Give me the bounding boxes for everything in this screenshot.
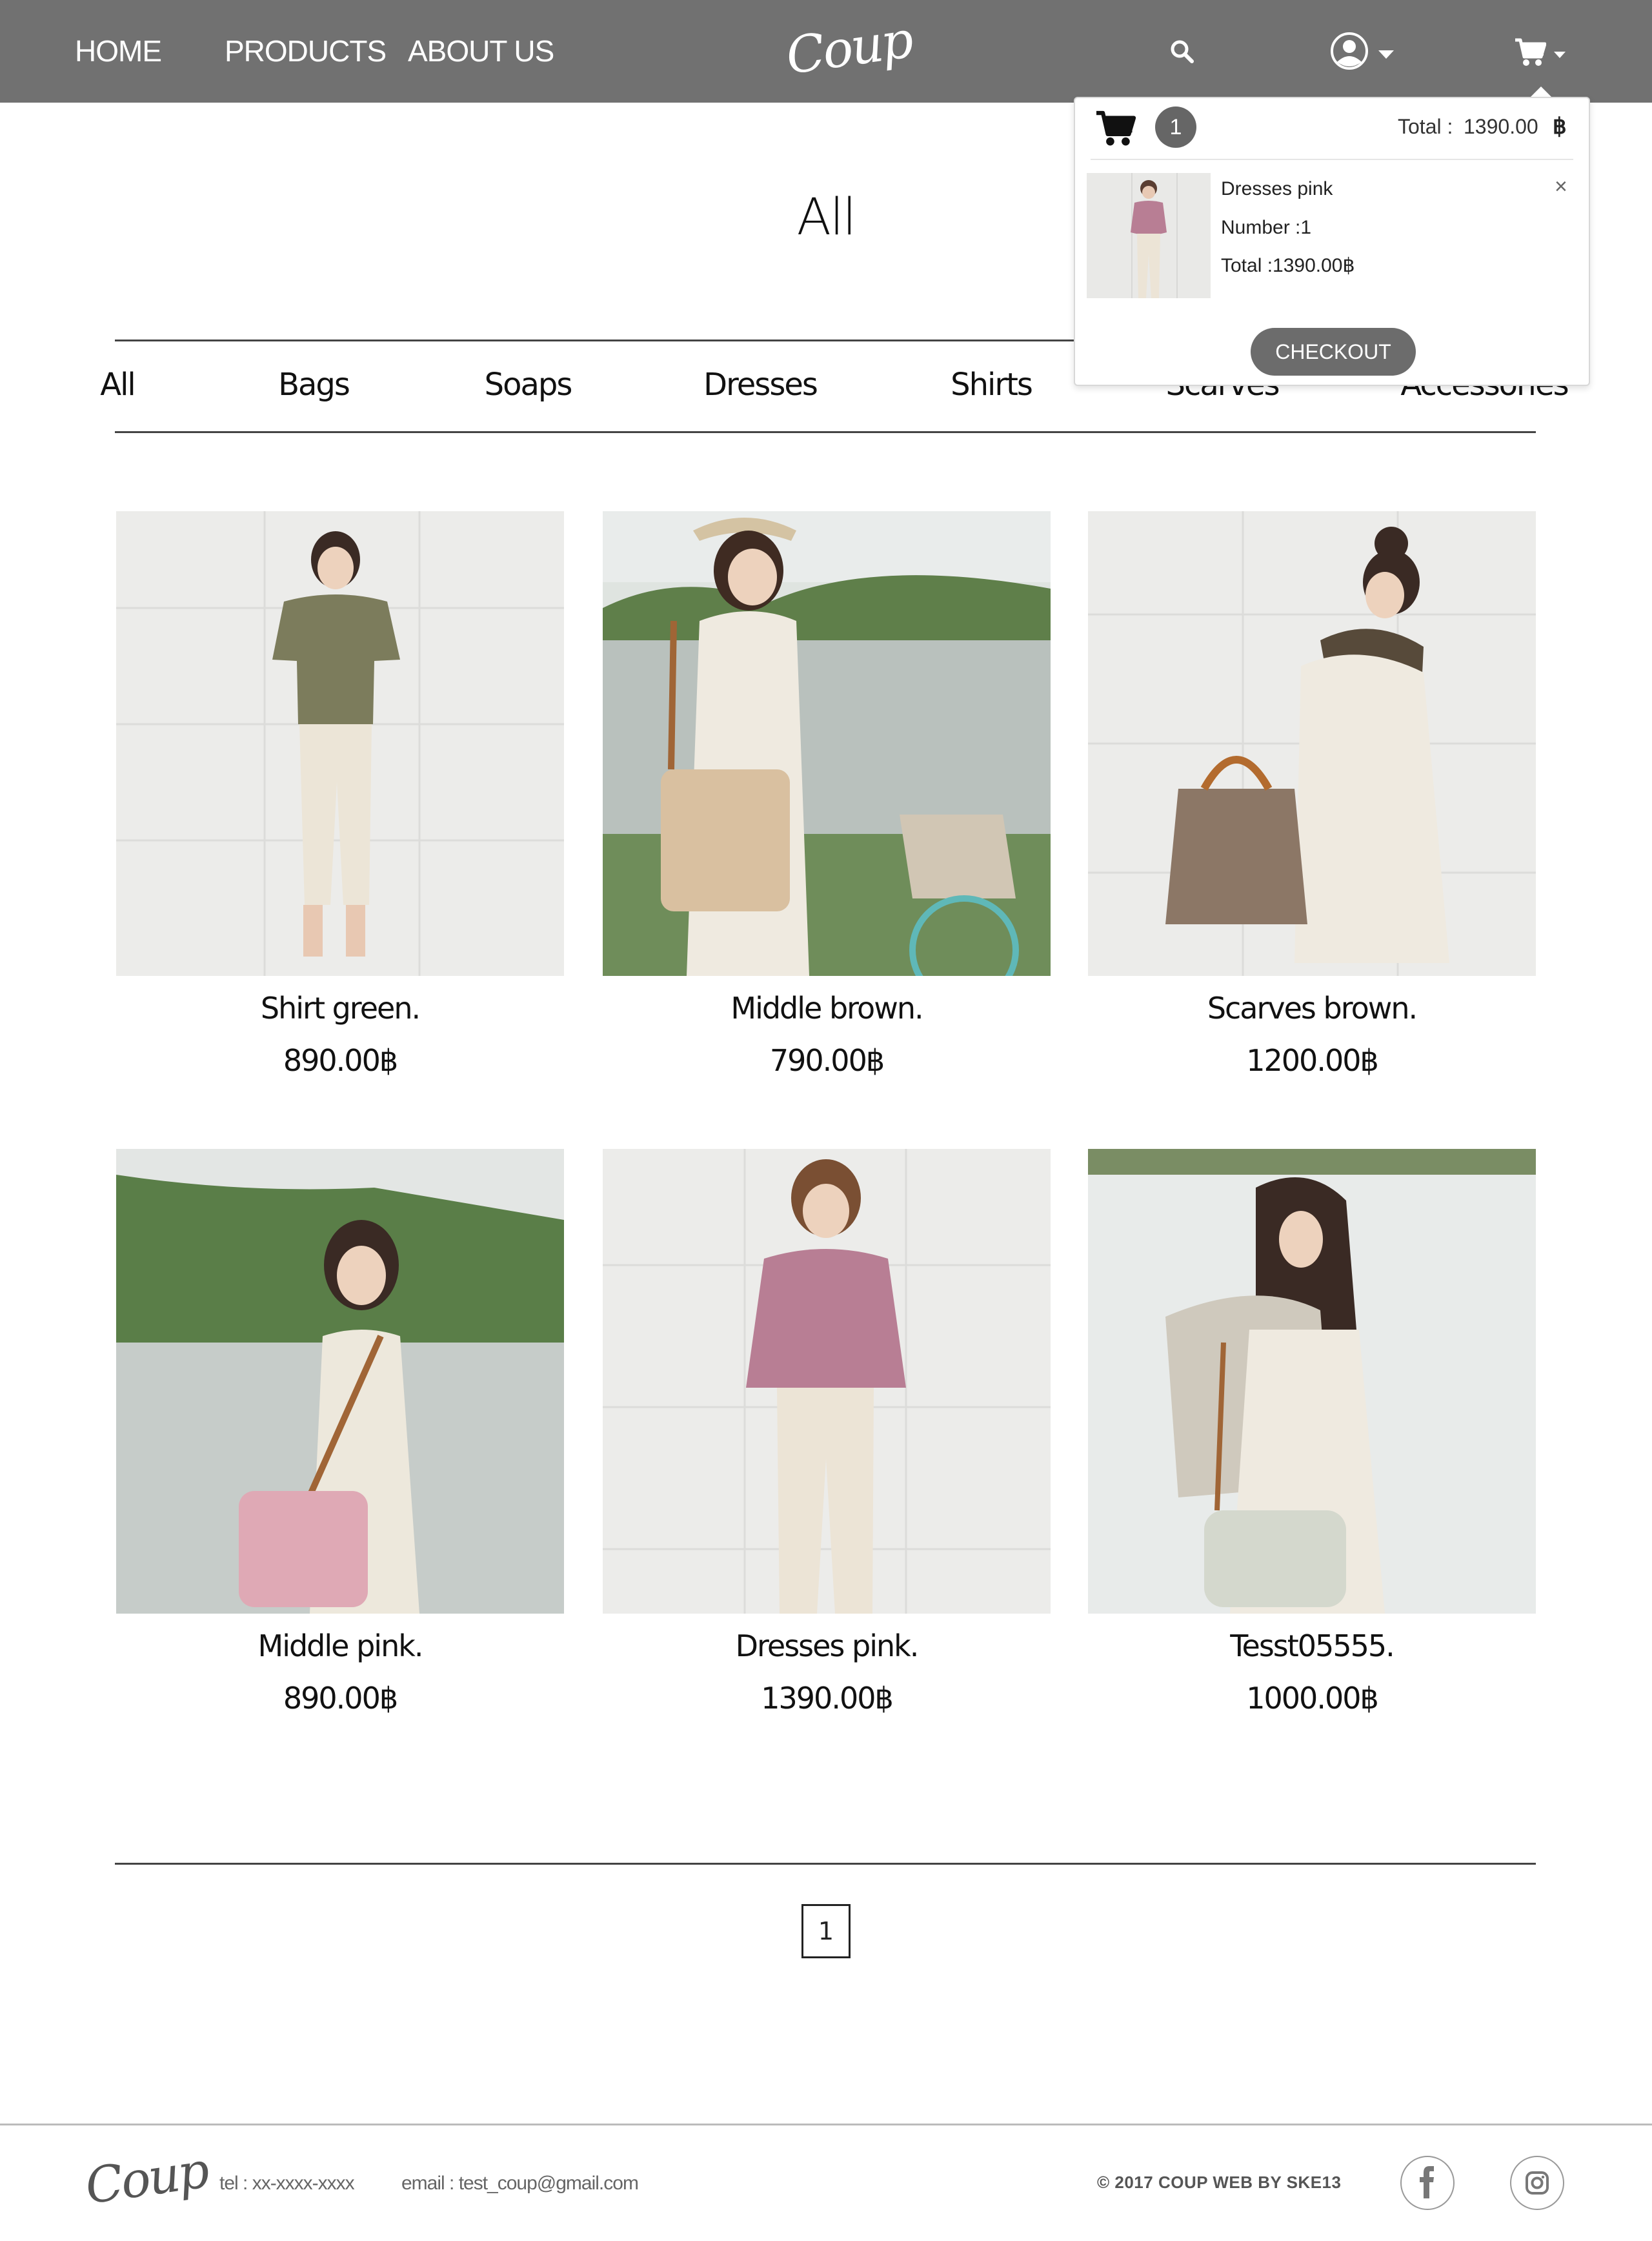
category-bags[interactable]: Bags [278,367,350,403]
product-image[interactable] [1088,1149,1536,1614]
product-price: 890.00฿ [283,1681,398,1716]
cart-count-badge: 1 [1155,106,1196,148]
cart-item-number: Number :1 [1221,217,1312,238]
product-image[interactable] [116,1149,564,1614]
divider [115,340,1074,341]
cart-currency: ฿ [1553,114,1567,139]
instagram-icon [1526,2171,1549,2195]
product-image[interactable] [1088,511,1536,976]
cart-total-value: 1390.00 [1464,115,1538,138]
cart-total-label: Total : [1398,115,1453,138]
product-price: 1390.00฿ [761,1681,894,1716]
cart-item-name: Dresses pink [1221,178,1333,199]
product-name[interactable]: Scarves brown. [1088,991,1536,1026]
product-name[interactable]: Dresses pink. [603,1628,1051,1663]
category-dresses[interactable]: Dresses [703,367,818,403]
product-image[interactable] [116,511,564,976]
pagination-page-button[interactable]: 1 [801,1904,851,1958]
product-name[interactable]: Middle pink. [116,1628,564,1663]
nav-about-link[interactable]: ABOUT US [408,34,554,68]
nav-products-link[interactable]: PRODUCTS [225,34,387,68]
cart-dropdown: 1 Total : 1390.00 ฿ Dresses pink Number … [1074,97,1590,386]
cart-header: 1 Total : 1390.00 ฿ [1075,98,1589,159]
footer-copyright: © 2017 COUP WEB BY SKE13 [1097,2173,1342,2192]
facebook-icon [1420,2166,1434,2198]
category-soaps[interactable]: Soaps [485,367,573,403]
cart-item-image [1087,173,1211,298]
navbar: HOME PRODUCTS ABOUT US Coup [0,0,1652,103]
category-shirts[interactable]: Shirts [951,367,1033,403]
product-image[interactable] [603,511,1051,976]
nav-home-link[interactable]: HOME [75,34,162,68]
footer-logo[interactable]: Coup [82,2141,211,2215]
cart-icon [1515,38,1547,66]
user-icon [1331,32,1368,70]
cart-item-total: Total :1390.00฿ [1221,255,1355,276]
user-menu-toggle[interactable] [1329,31,1394,74]
divider [115,431,1536,433]
chevron-down-icon [1554,52,1566,58]
footer-email: email : test_coup@gmail.com [401,2173,639,2194]
product-price: 1000.00฿ [1246,1681,1379,1716]
product-image[interactable] [603,1149,1051,1614]
instagram-link[interactable] [1510,2156,1564,2210]
product-name[interactable]: Shirt green. [116,991,564,1026]
footer-divider [0,2124,1652,2125]
product-price: 790.00฿ [769,1043,885,1078]
divider [115,1863,1536,1865]
remove-item-button[interactable]: × [1555,174,1567,199]
product-name[interactable]: Middle brown. [603,991,1051,1026]
checkout-button[interactable]: CHECKOUT [1251,328,1416,376]
footer-tel: tel : xx-xxxx-xxxx [219,2173,355,2194]
product-name[interactable]: Tesst05555. [1088,1628,1536,1663]
category-all[interactable]: All [100,367,136,403]
facebook-link[interactable] [1400,2156,1455,2210]
divider [1091,159,1573,160]
product-price: 890.00฿ [283,1043,398,1078]
chevron-down-icon [1378,50,1394,59]
search-icon[interactable] [1169,39,1195,68]
cart-menu-toggle[interactable] [1514,37,1566,70]
product-price: 1200.00฿ [1246,1043,1379,1078]
cart-icon [1094,110,1136,150]
brand-logo[interactable]: Coup [783,11,915,86]
